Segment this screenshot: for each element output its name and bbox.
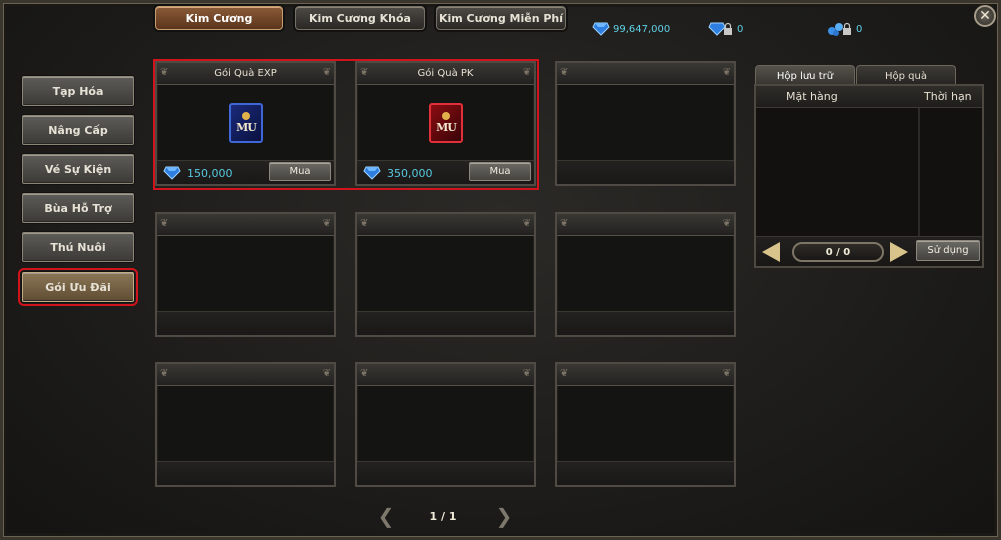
empty-slot: ❦ ❦	[155, 362, 336, 487]
prev-page-button[interactable]: ❮	[371, 503, 401, 529]
tab-kim-cuong-khoa[interactable]: Kim Cương Khóa	[295, 6, 425, 30]
storage-footer: 0 / 0 Sử dụng	[756, 236, 982, 266]
buy-button[interactable]: Mua	[269, 162, 331, 181]
tab-kim-cuong[interactable]: Kim Cương	[155, 6, 283, 30]
exp-package-icon[interactable]: MU	[229, 103, 263, 143]
empty-slot: ❦ ❦	[555, 362, 736, 487]
diamond-icon	[363, 166, 381, 180]
page-indicator: 1 / 1	[429, 510, 457, 523]
locked-diamond-icon	[708, 22, 734, 36]
column-item: Mặt hàng	[786, 90, 838, 103]
ornament-icon: ❦	[722, 67, 731, 78]
ornament-icon: ❦	[522, 368, 531, 379]
product-slot-pk: Gói Quà PK ❦ ❦ MU 350,000 Mua	[355, 61, 536, 186]
ornament-icon: ❦	[322, 218, 331, 229]
next-page-button[interactable]: ❯	[489, 503, 519, 529]
locked-diamond-balance: 0	[708, 22, 743, 36]
free-diamond-balance: 0	[827, 22, 862, 36]
diamond-icon	[592, 22, 610, 36]
empty-slot: ❦ ❦	[555, 212, 736, 337]
menu-bua-ho-tro[interactable]: Bùa Hỗ Trợ	[22, 193, 134, 223]
price-value: 350,000	[387, 166, 433, 180]
diamond-balance: 99,647,000	[592, 22, 670, 36]
empty-slot: ❦ ❦	[155, 212, 336, 337]
ornament-icon: ❦	[722, 368, 731, 379]
menu-goi-uu-dai[interactable]: Gói Ưu Đãi	[18, 268, 138, 306]
shop-window: Kim Cương Kim Cương Khóa Kim Cương Miễn …	[0, 0, 1001, 540]
empty-slot: ❦ ❦	[355, 362, 536, 487]
pk-package-icon[interactable]: MU	[429, 103, 463, 143]
product-title: Gói Quà PK	[357, 63, 534, 85]
empty-slot: ❦ ❦	[555, 61, 736, 186]
tab-kim-cuong-mien-phi[interactable]: Kim Cương Miễn Phí	[436, 6, 566, 30]
storage-panel: Mặt hàng Thời hạn 0 / 0 Sử dụng	[754, 84, 984, 268]
diamond-balance-value: 99,647,000	[613, 23, 671, 35]
product-price: 350,000	[363, 166, 433, 180]
close-icon: ✕	[979, 8, 991, 24]
ornament-icon: ❦	[560, 368, 569, 379]
locked-diamond-balance-value: 0	[737, 23, 744, 35]
buy-button[interactable]: Mua	[469, 162, 531, 181]
product-title: Gói Quà EXP	[157, 63, 334, 85]
price-value: 150,000	[187, 166, 233, 180]
use-button[interactable]: Sử dụng	[916, 240, 980, 261]
menu-nang-cap[interactable]: Nâng Cấp	[22, 115, 134, 145]
product-price: 150,000	[163, 166, 233, 180]
tab-hop-qua[interactable]: Hộp quà	[856, 65, 956, 86]
menu-ve-su-kien[interactable]: Vé Sự Kiện	[22, 154, 134, 184]
ornament-icon: ❦	[522, 218, 531, 229]
ornament-icon: ❦	[522, 67, 531, 78]
close-button[interactable]: ✕	[974, 5, 996, 27]
ornament-icon: ❦	[360, 67, 369, 78]
chevron-left-icon: ❮	[377, 504, 395, 528]
next-page-icon[interactable]	[890, 242, 908, 262]
menu-tap-hoa[interactable]: Tạp Hóa	[22, 76, 134, 106]
ornament-icon: ❦	[560, 67, 569, 78]
product-slot-exp: Gói Quà EXP ❦ ❦ MU 150,000 Mua	[155, 61, 336, 186]
free-diamond-balance-value: 0	[856, 23, 863, 35]
ornament-icon: ❦	[160, 67, 169, 78]
ornament-icon: ❦	[322, 67, 331, 78]
ornament-icon: ❦	[360, 218, 369, 229]
ornament-icon: ❦	[322, 368, 331, 379]
ornament-icon: ❦	[160, 368, 169, 379]
menu-thu-nuoi[interactable]: Thú Nuôi	[22, 232, 134, 262]
column-expiry: Thời hạn	[924, 90, 972, 103]
diamond-icon	[163, 166, 181, 180]
chevron-right-icon: ❯	[495, 504, 513, 528]
ornament-icon: ❦	[160, 218, 169, 229]
ornament-icon: ❦	[722, 218, 731, 229]
storage-page: 0 / 0	[792, 242, 884, 262]
ornament-icon: ❦	[560, 218, 569, 229]
locked-free-diamond-icon	[827, 22, 853, 36]
storage-header: Mặt hàng Thời hạn	[756, 86, 982, 108]
prev-page-icon[interactable]	[762, 242, 780, 262]
empty-slot: ❦ ❦	[355, 212, 536, 337]
tab-hop-luu-tru[interactable]: Hộp lưu trữ	[755, 65, 855, 86]
ornament-icon: ❦	[360, 368, 369, 379]
